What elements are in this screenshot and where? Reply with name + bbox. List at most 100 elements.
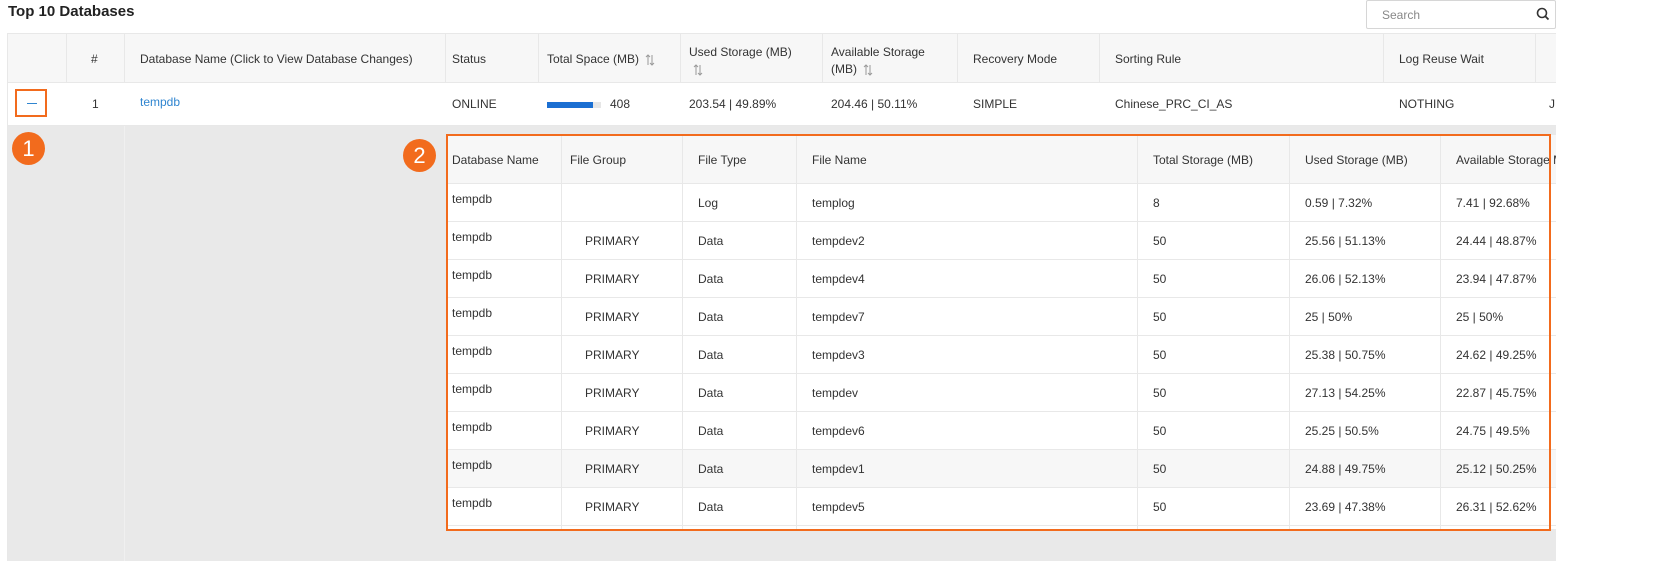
available-storage-cell: 26.31 | 52.62% <box>1456 500 1537 514</box>
file-name-cell: templog <box>812 196 855 210</box>
file-db-name-cell: tempdb <box>452 192 493 206</box>
file-table-row: tempdb PRIMARY Data tempdev 50 27.13 | 54.25%… <box>447 374 1556 412</box>
file-db-name-cell: tempdb <box>452 306 493 320</box>
file-db-name-cell: tempdb <box>452 458 493 472</box>
file-name-cell: tempdev4 <box>812 272 865 286</box>
truncated-cell: J <box>1549 97 1555 111</box>
file-db-name-cell: tempdb <box>452 496 493 510</box>
available-storage-cell: 25.12 | 50.25% <box>1456 462 1537 476</box>
file-details-table: Database Name File Group File Type File … <box>447 135 1556 529</box>
total-storage-cell: 50 <box>1153 272 1167 286</box>
total-storage-cell: 50 <box>1153 424 1167 438</box>
search-box[interactable] <box>1366 0 1556 29</box>
file-table-row: tempdb PRIMARY Data tempdev4 50 26.06 | 52.13… <box>447 260 1556 298</box>
file-type-cell: Log <box>698 196 719 210</box>
file-type-cell: Data <box>698 500 724 514</box>
col-header-file-name: File Name <box>812 153 867 167</box>
total-storage-cell: 50 <box>1153 386 1167 400</box>
search-input[interactable] <box>1367 1 1527 28</box>
file-table-row: tempdb PRIMARY Data tempdev3 50 25.38 | 50.75… <box>447 336 1556 374</box>
col-header-available-storage[interactable]: Available Storage (MB) <box>831 34 941 83</box>
file-type-cell: Data <box>698 348 724 362</box>
file-db-name-cell: tempdb <box>452 230 493 244</box>
file-group-cell: PRIMARY <box>585 348 640 362</box>
collapse-row-button[interactable] <box>15 89 47 117</box>
total-storage-cell: 50 <box>1153 462 1167 476</box>
available-storage-cell: 24.44 | 48.87% <box>1456 234 1537 248</box>
file-table-header: Database Name File Group File Type File … <box>447 135 1556 184</box>
col-header-file-available-storage: Available Storage M <box>1456 153 1556 167</box>
file-name-cell: tempdev1 <box>812 462 865 476</box>
file-name-cell: tempdev5 <box>812 500 865 514</box>
file-type-cell: Data <box>698 424 724 438</box>
callout-badge-1: 1 <box>12 132 45 165</box>
row-index: 1 <box>92 97 99 111</box>
database-name-link[interactable]: tempdb <box>140 95 180 109</box>
file-name-cell: tempdev7 <box>812 310 865 324</box>
col-header-database-name: Database Name (Click to View Database Ch… <box>140 52 413 66</box>
file-table-row: tempdb PRIMARY Data tempdev1 50 24.88 | 49.75… <box>447 450 1556 488</box>
total-storage-cell: 50 <box>1153 348 1167 362</box>
col-header-file-type: File Type <box>698 153 747 167</box>
used-storage-cell: 24.88 | 49.75% <box>1305 462 1386 476</box>
file-name-cell: tempdev <box>812 386 859 400</box>
file-name-cell: tempdev3 <box>812 348 865 362</box>
file-db-name-cell: tempdb <box>452 382 493 396</box>
file-group-cell: PRIMARY <box>585 500 640 514</box>
file-group-cell: PRIMARY <box>585 386 640 400</box>
total-storage-cell: 8 <box>1153 196 1160 210</box>
file-type-cell: Data <box>698 386 724 400</box>
available-storage-cell: 7.41 | 92.68% <box>1456 196 1530 210</box>
available-storage-cell: 23.94 | 47.87% <box>1456 272 1537 286</box>
file-group-cell: PRIMARY <box>585 462 640 476</box>
file-db-name-cell: tempdb <box>452 344 493 358</box>
total-storage-cell: 50 <box>1153 234 1167 248</box>
sorting-rule-value: Chinese_PRC_CI_AS <box>1115 97 1233 111</box>
col-header-index: # <box>91 52 98 66</box>
total-space-bar <box>547 102 601 108</box>
total-storage-cell: 50 <box>1153 500 1167 514</box>
total-space-value: 408 <box>610 97 631 111</box>
used-storage-cell: 25.25 | 50.5% <box>1305 424 1379 438</box>
col-header-sorting-rule: Sorting Rule <box>1115 52 1182 66</box>
available-storage-cell: 25 | 50% <box>1456 310 1504 324</box>
file-table-row: tempdb PRIMARY Data tempdev7 50 25 | 50% 25 | … <box>447 298 1556 336</box>
file-db-name-cell: tempdb <box>452 420 493 434</box>
file-db-name-cell: tempdb <box>452 268 493 282</box>
sort-icon[interactable] <box>693 64 703 76</box>
available-storage-cell: 24.75 | 49.5% <box>1456 424 1530 438</box>
col-header-file-db-name: Database Name <box>452 153 539 167</box>
file-table-row: tempdb PRIMARY Data tempdev5 50 23.69 | 47.38… <box>447 488 1556 526</box>
file-type-cell: Data <box>698 272 724 286</box>
available-storage-cell: 24.62 | 49.25% <box>1456 348 1537 362</box>
file-group-cell: PRIMARY <box>585 310 640 324</box>
file-name-cell: tempdev6 <box>812 424 865 438</box>
file-table-row: tempdb Log templog 8 0.59 | 7.32% 7.41 | 92.6… <box>447 184 1556 222</box>
used-storage-cell: 27.13 | 54.25% <box>1305 386 1386 400</box>
used-storage-value: 203.54 | 49.89% <box>689 97 777 111</box>
col-header-total-space[interactable]: Total Space (MB) <box>547 34 672 83</box>
file-type-cell: Data <box>698 310 724 324</box>
file-group-cell: PRIMARY <box>585 234 640 248</box>
page-title: Top 10 Databases <box>8 3 135 20</box>
sort-icon[interactable] <box>863 64 873 76</box>
table-row: 1 tempdb ONLINE 408 203.54 | 49.89% 204.… <box>8 83 1556 126</box>
table-header: # Database Name (Click to View Database … <box>8 33 1556 83</box>
log-reuse-wait-value: NOTHING <box>1399 97 1455 111</box>
available-storage-cell: 22.87 | 45.75% <box>1456 386 1537 400</box>
sort-icon[interactable] <box>645 54 655 66</box>
col-header-log-reuse-wait: Log Reuse Wait <box>1399 52 1484 66</box>
used-storage-cell: 23.69 | 47.38% <box>1305 500 1386 514</box>
file-table-row: tempdb PRIMARY Data tempdev2 50 25.56 | 51.13… <box>447 222 1556 260</box>
col-header-total-storage: Total Storage (MB) <box>1153 153 1254 167</box>
search-icon[interactable] <box>1535 6 1551 22</box>
total-space-bar-fill <box>547 102 593 108</box>
col-header-file-used-storage: Used Storage (MB) <box>1305 153 1408 167</box>
used-storage-cell: 0.59 | 7.32% <box>1305 196 1373 210</box>
file-type-cell: Data <box>698 462 724 476</box>
col-header-used-storage[interactable]: Used Storage (MB) <box>689 34 809 83</box>
file-type-cell: Data <box>698 234 724 248</box>
used-storage-cell: 25 | 50% <box>1305 310 1353 324</box>
minus-icon <box>27 103 37 104</box>
used-storage-cell: 25.38 | 50.75% <box>1305 348 1386 362</box>
